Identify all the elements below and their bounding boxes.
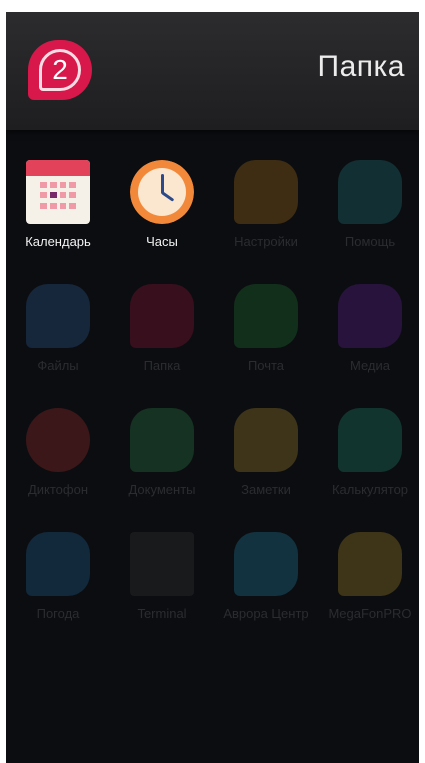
app-notes[interactable]: Заметки (214, 378, 318, 497)
app-label: Часы (146, 234, 178, 249)
app-label: Файлы (37, 358, 79, 373)
folder-screen: 2 Папка Календарь Часы Настройки Помощь … (6, 12, 419, 763)
app-label: Погода (36, 606, 80, 621)
app-folder[interactable]: Папка (110, 254, 214, 373)
app-megafonpro[interactable]: MegaFonPRO (318, 502, 419, 621)
app-label: Terminal (137, 606, 187, 621)
terminal-icon (130, 532, 194, 596)
app-help[interactable]: Помощь (318, 130, 419, 249)
app-mail[interactable]: Почта (214, 254, 318, 373)
app-weather[interactable]: Погода (6, 502, 110, 621)
weather-icon (26, 532, 90, 596)
folder-title[interactable]: Папка (318, 50, 405, 84)
app-terminal[interactable]: Terminal (110, 502, 214, 621)
calculator-icon (338, 408, 402, 472)
app-media[interactable]: Медиа (318, 254, 419, 373)
app-aurora-center[interactable]: Аврора Центр (214, 502, 318, 621)
folder-badge-number: 2 (39, 49, 81, 91)
app-label: Заметки (241, 482, 291, 497)
app-label: Аврора Центр (223, 606, 309, 621)
store-icon (234, 532, 298, 596)
app-label: Настройки (234, 234, 298, 249)
files-icon (26, 284, 90, 348)
notes-icon (234, 408, 298, 472)
app-label: Почта (247, 358, 285, 373)
documents-icon (130, 408, 194, 472)
clock-icon (130, 160, 194, 224)
settings-icon (234, 160, 298, 224)
app-label: MegaFonPRO (328, 606, 412, 621)
app-clock[interactable]: Часы (110, 130, 214, 249)
media-icon (338, 284, 402, 348)
folder-header: 2 Папка (6, 12, 419, 130)
help-icon (338, 160, 402, 224)
app-files[interactable]: Файлы (6, 254, 110, 373)
app-label: Медиа (350, 358, 390, 373)
app-label: Калькулятор (331, 482, 409, 497)
app-label: Помощь (344, 234, 396, 249)
megafon-icon (338, 532, 402, 596)
app-label: Папка (143, 358, 181, 373)
app-calendar[interactable]: Календарь (6, 130, 110, 249)
app-settings[interactable]: Настройки (214, 130, 318, 249)
mail-icon (234, 284, 298, 348)
folder-icon (130, 284, 194, 348)
app-label: Календарь (25, 234, 91, 249)
app-label: Диктофон (27, 482, 89, 497)
recorder-icon (26, 408, 90, 472)
app-documents[interactable]: Документы (110, 378, 214, 497)
app-label: Документы (128, 482, 196, 497)
app-recorder[interactable]: Диктофон (6, 378, 110, 497)
calendar-icon (26, 160, 90, 224)
folder-badge-icon[interactable]: 2 (28, 40, 92, 100)
app-calculator[interactable]: Калькулятор (318, 378, 419, 497)
